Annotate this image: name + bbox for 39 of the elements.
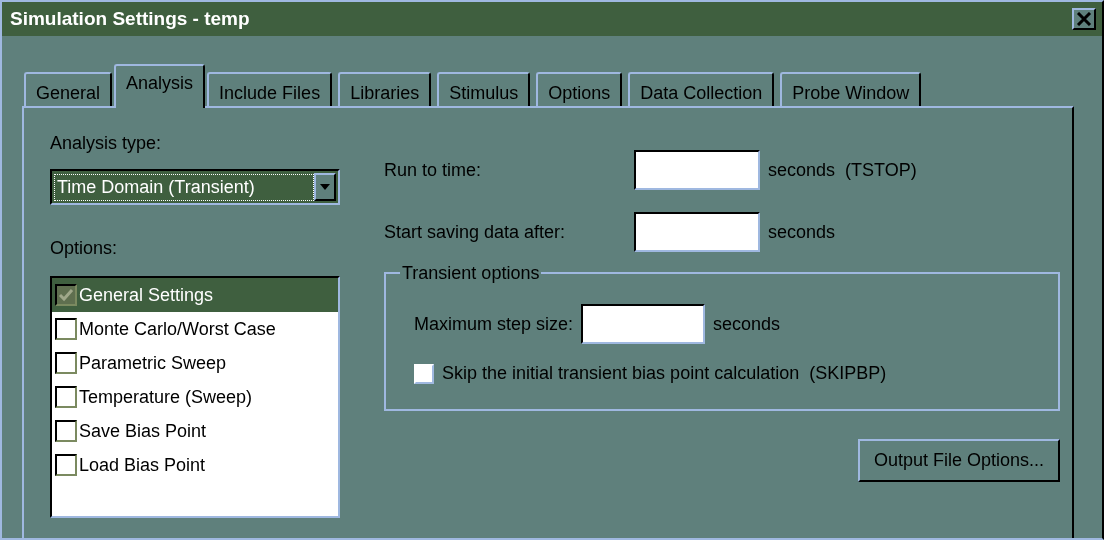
window-title: Simulation Settings - temp bbox=[10, 6, 250, 31]
list-item[interactable]: Monte Carlo/Worst Case bbox=[52, 312, 338, 346]
checkbox[interactable] bbox=[55, 318, 77, 340]
analysis-type-dropdown[interactable]: Time Domain (Transient) bbox=[50, 169, 340, 205]
list-item[interactable]: Save Bias Point bbox=[52, 414, 338, 448]
list-item[interactable]: General Settings bbox=[52, 278, 338, 312]
unit-label: seconds (TSTOP) bbox=[768, 158, 917, 182]
field-label: Analysis type: bbox=[50, 132, 163, 155]
field-label: Options: bbox=[50, 237, 119, 260]
checkbox[interactable] bbox=[55, 284, 77, 306]
field-label: Maximum step size: bbox=[414, 312, 574, 336]
tab[interactable]: Stimulus bbox=[437, 72, 531, 108]
field-label: Start saving data after: bbox=[384, 220, 567, 244]
checkbox[interactable] bbox=[55, 454, 77, 476]
tab[interactable]: Options bbox=[536, 72, 623, 108]
field-label: Run to time: bbox=[384, 158, 483, 182]
list-item[interactable]: Parametric Sweep bbox=[52, 346, 338, 380]
close-icon bbox=[1076, 12, 1092, 26]
list-item[interactable]: Load Bias Point bbox=[52, 448, 338, 482]
unit-label: seconds bbox=[713, 312, 781, 336]
close-button[interactable] bbox=[1072, 8, 1096, 30]
tab[interactable]: Include Files bbox=[207, 72, 333, 108]
checkbox-option[interactable]: Skip the initial transient bias point calculation (SKIPBP) bbox=[414, 360, 1058, 387]
tab[interactable]: Data Collection bbox=[628, 72, 775, 108]
check-icon bbox=[57, 286, 75, 304]
tab[interactable]: Analysis bbox=[114, 64, 206, 108]
input-field[interactable] bbox=[634, 212, 760, 252]
input-field[interactable] bbox=[634, 150, 760, 190]
unit-label: seconds bbox=[768, 220, 836, 244]
checkbox[interactable] bbox=[55, 352, 77, 374]
output-file-options-button[interactable]: Output File Options... bbox=[857, 439, 1060, 482]
checkbox[interactable] bbox=[55, 420, 77, 442]
input-field[interactable] bbox=[581, 304, 706, 344]
tab[interactable]: Probe Window bbox=[780, 72, 922, 108]
tab[interactable]: General bbox=[24, 72, 113, 108]
checkbox[interactable] bbox=[55, 386, 77, 408]
caret-icon bbox=[320, 184, 330, 190]
list-item[interactable]: Temperature (Sweep) bbox=[52, 380, 338, 414]
tab[interactable]: Libraries bbox=[338, 72, 432, 108]
